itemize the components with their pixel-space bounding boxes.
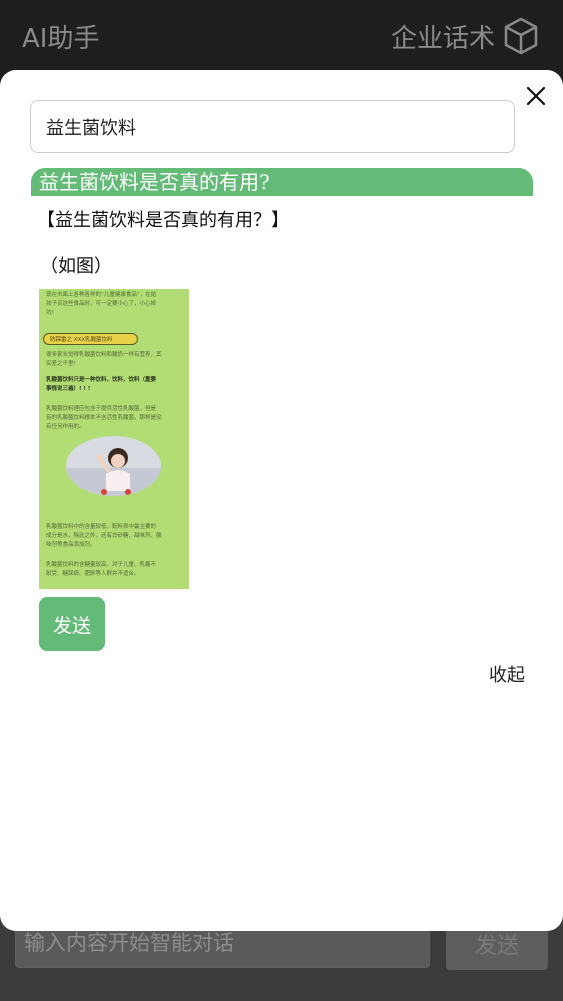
cube-icon [503,17,539,55]
poster-text: 事情说三遍）! ! ! [46,386,91,392]
poster-text: 乳酸菌饮料理应包含于提供活性乳酸菌，但是 [46,406,157,412]
result-title: 益生菌饮料是否真的有用? [31,168,533,196]
result-heading: 【益生菌饮料是否真的有用？】 [37,210,289,231]
poster-text: 味剂等食品添加剂。 [46,542,96,548]
poster-text: 乳酸菌饮料的含糖量较高，对于儿童、乳糖不 [46,562,157,568]
poster-text: 坑! [46,310,54,316]
poster-text: 孩子买这些食品时，可一定要小心了，小心掉 [46,301,157,307]
close-button[interactable] [524,84,548,108]
poster-text: 成分是水，除此之外，还有白砂糖、甜味剂、酸 [46,533,162,539]
app-title: AI助手 [22,24,100,54]
result-image[interactable]: 现在市面上各种各样的“儿童健康食品”，在给 孩子买这些食品时，可一定要小心了，小… [39,289,189,589]
poster-text: 实差之千里! [46,361,76,367]
poster-text: 有任何作用的。 [46,424,85,430]
poster-text: 乳酸菌饮料只是一种饮料，饮料，饮料（重要 [46,377,157,383]
collapse-link[interactable]: 收起 [489,661,525,687]
poster-text: 乳酸菌饮料中的含量较低，配料表中最主要的 [46,524,157,530]
close-icon [527,87,545,105]
poster-text: 有的乳酸菌饮料根本不含活性乳酸菌，那样是没 [46,415,162,421]
send-button[interactable]: 发送 [39,597,105,651]
poster-text: 耐受、糖尿病、肥胖等人群并不适合。 [46,571,140,577]
poster-tag: 防踩雷之 XXX乳酸菌饮料 [43,333,138,345]
enterprise-scripts-label: 企业话术 [390,23,495,54]
search-input[interactable]: 益生菌饮料 [30,100,515,153]
result-note: （如图） [40,256,112,277]
top-bar: AI助手 企业话术 [0,0,563,75]
poster-text: 现在市面上各种各样的“儿童健康食品”，在给 [46,292,157,298]
poster-text: 很多家长觉得乳酸菌饮料和酸奶一样有营养，其 [46,352,162,358]
script-modal: 益生菌饮料 益生菌饮料是否真的有用? 【益生菌饮料是否真的有用？】 （如图） 现… [0,70,563,931]
enterprise-scripts-button[interactable]: 企业话术 [391,16,539,56]
poster-photo [66,436,161,496]
